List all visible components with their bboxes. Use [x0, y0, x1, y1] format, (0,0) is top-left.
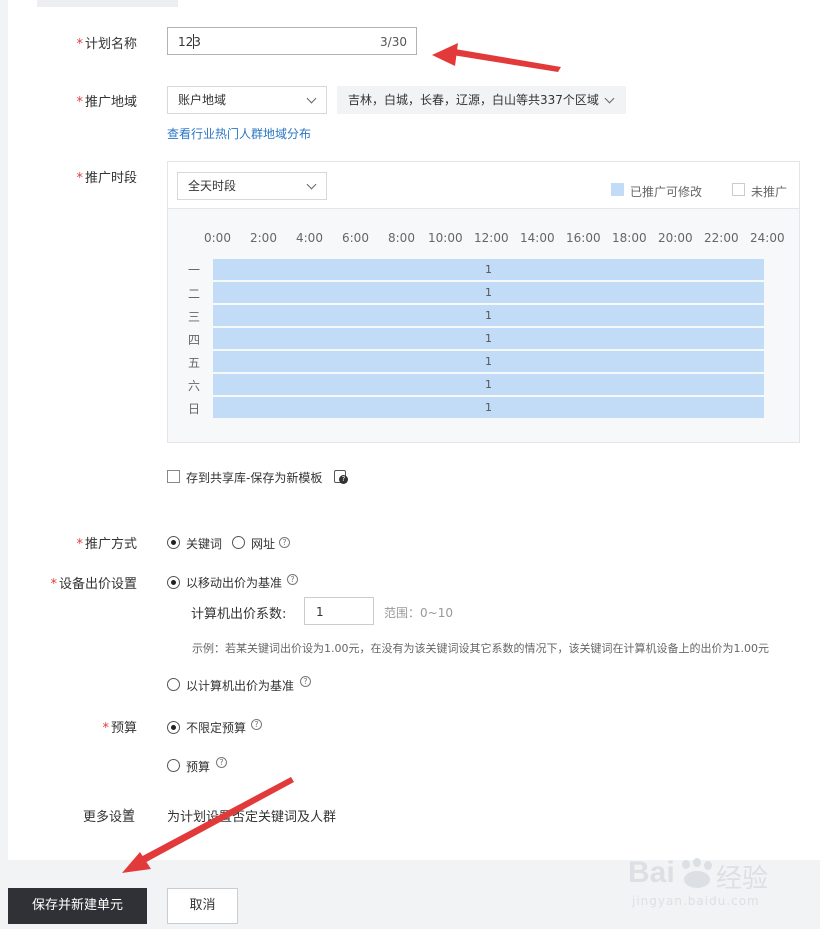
baidu-jingyan-watermark: Bai 经验 jingyan.baidu.com	[628, 856, 769, 908]
paw-icon	[680, 858, 714, 888]
arrow-to-save-button	[122, 777, 294, 873]
annotation-arrows	[122, 43, 561, 873]
campaign-settings-page: * 计划名称 123 3/30 * 推广地域 账户地域 吉林，白城，长春，辽源，白山…	[0, 0, 820, 929]
arrow-to-plan-name	[432, 43, 561, 72]
